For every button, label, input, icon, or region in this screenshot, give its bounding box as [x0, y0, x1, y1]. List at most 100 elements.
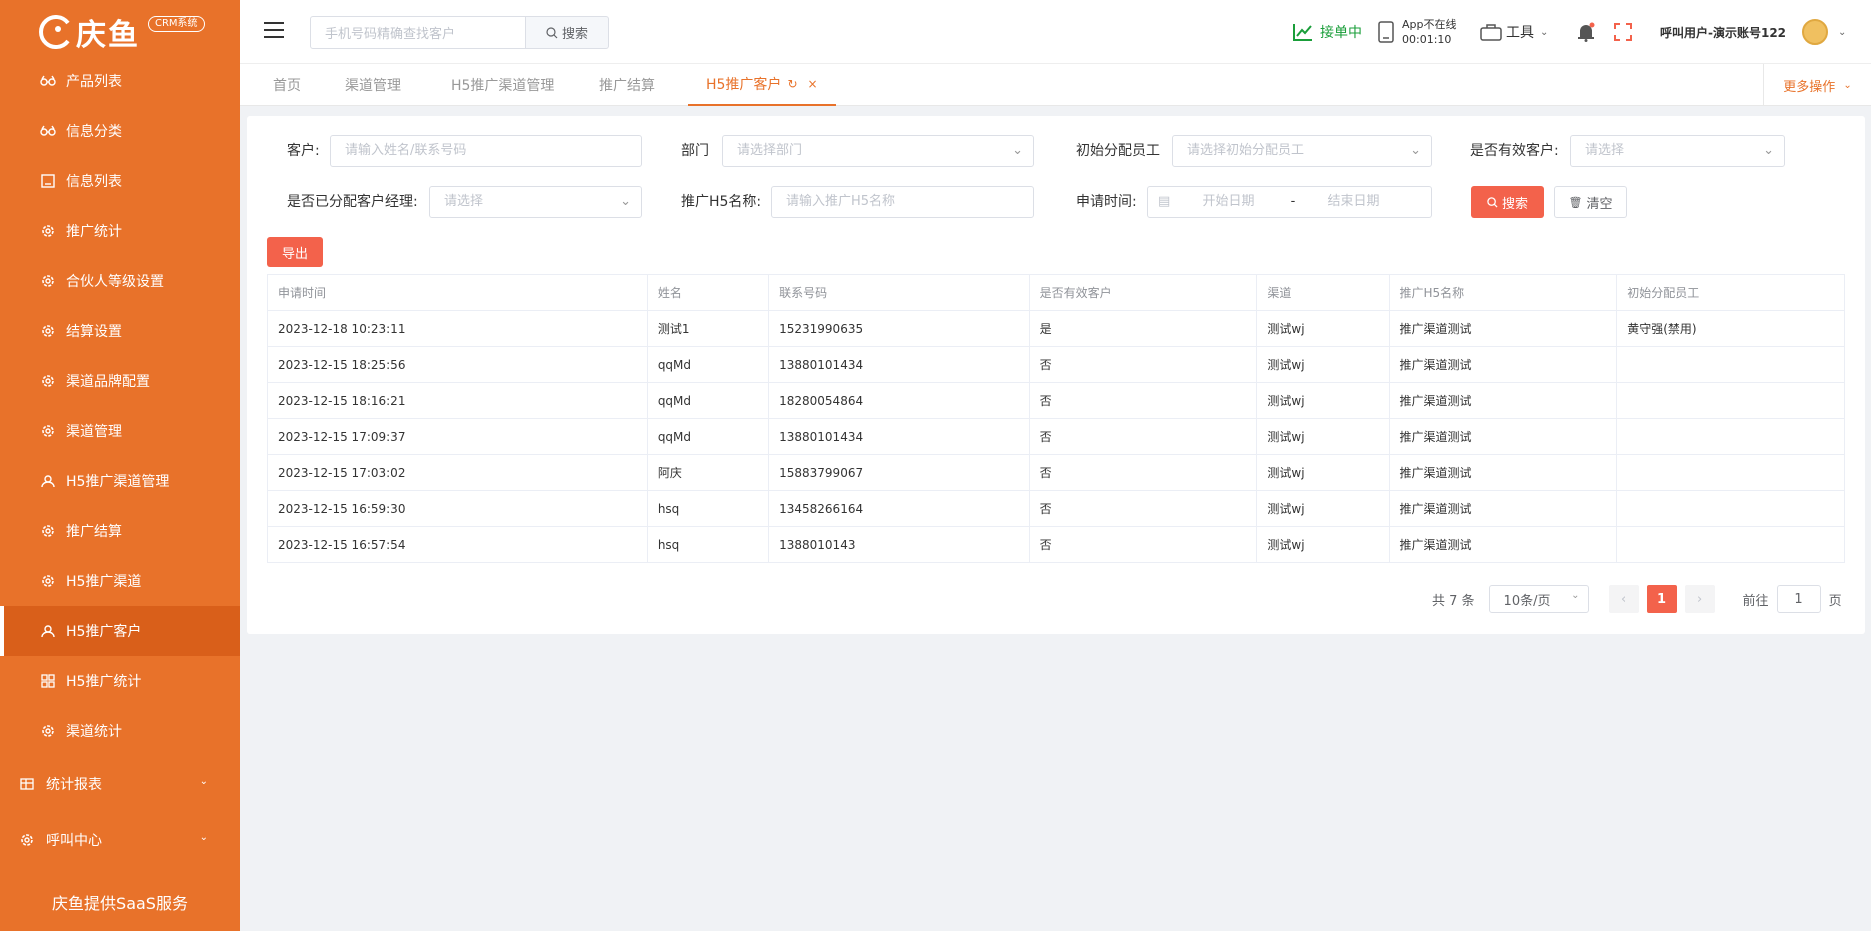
export-button[interactable]: 导出 [267, 237, 323, 267]
valid-customer-select[interactable]: 请选择 ⌄ [1570, 135, 1785, 167]
table-cell: 1388010143 [768, 526, 1030, 563]
table-row[interactable]: 2023-12-18 10:23:11 测试1 15231990635 是测试wj 推广… [267, 310, 1845, 347]
sidebar-item[interactable]: 合伙人等级设置 [0, 256, 240, 306]
user-icon [40, 623, 56, 639]
sidebar-item[interactable]: 渠道管理 [0, 406, 240, 456]
table-cell: 推广渠道测试 [1388, 454, 1618, 491]
start-date-input[interactable]: 开始日期 [1202, 194, 1254, 209]
total-count: 共 7 条 [1432, 593, 1475, 609]
sidebar-item[interactable]: H5推广渠道 [0, 556, 240, 606]
tools-menu[interactable]: 工具 ⌄ [1480, 0, 1548, 64]
sidebar-item[interactable]: 推广统计 [0, 206, 240, 256]
grid-icon [40, 673, 56, 689]
sidebar-item-label: 产品列表 [66, 74, 122, 90]
table-cell: 黄守强(禁用) [1616, 310, 1845, 347]
gear-icon [20, 833, 36, 847]
sidebar-item[interactable]: 信息分类 [0, 106, 240, 156]
table-header-row: 申请时间 姓名 联系号码 是否有效客户 渠道 推广H5名称 初始分配员工 [267, 274, 1845, 311]
table-cell: 推广渠道测试 [1388, 310, 1618, 347]
page-size-select[interactable]: 10条/页 ⌄ [1488, 585, 1589, 613]
chevron-down-icon: ⌄ [1540, 26, 1549, 38]
more-actions-button[interactable]: 更多操作 ⌄ [1763, 64, 1871, 106]
sidebar-item[interactable]: H5推广客户 [0, 606, 240, 656]
chevron-down-icon: ⌄ [1410, 143, 1421, 158]
phone-search-button[interactable]: 搜索 [525, 16, 609, 49]
table-cell: 推广渠道测试 [1388, 346, 1618, 383]
next-page-button[interactable]: › [1684, 585, 1715, 613]
sidebar-item[interactable]: 渠道统计 [0, 706, 240, 756]
user-menu[interactable]: ⌄ [1802, 0, 1846, 64]
table-cell: 2023-12-15 18:16:21 [267, 382, 648, 419]
table-row[interactable]: 2023-12-15 16:59:30 hsq 13458266164 否测试wj 推广… [267, 490, 1845, 527]
column-header: 推广H5名称 [1388, 274, 1618, 311]
sidebar-item-label: 渠道统计 [66, 724, 122, 740]
table-row[interactable]: 2023-12-15 18:25:56 qqMd 13880101434 否测试wj 推… [267, 346, 1845, 383]
chevron-down-icon: ⌄ [199, 776, 208, 787]
valid-customer-label: 是否有效客户: [1470, 143, 1559, 159]
tab-h5-channel-mgmt[interactable]: H5推广渠道管理 [451, 64, 554, 106]
search-button[interactable]: 搜索 [1471, 186, 1544, 218]
tab-channel-mgmt[interactable]: 渠道管理 [345, 64, 401, 106]
tab-promo-settlement-label: 推广结算 [599, 78, 655, 94]
tab-h5-customers[interactable]: H5推广客户 ↻ × [688, 64, 836, 106]
phone-search-input[interactable]: 手机号码精确查找客户 [310, 16, 526, 49]
trend-chart-icon [1293, 24, 1312, 41]
h5-name-input[interactable]: 请输入推广H5名称 [771, 186, 1034, 218]
close-icon[interactable]: × [808, 77, 818, 91]
clear-button[interactable]: 🗑 清空 [1554, 186, 1627, 218]
refresh-icon[interactable]: ↻ [787, 77, 797, 91]
prev-page-button[interactable]: ‹ [1608, 585, 1639, 613]
dept-select[interactable]: 请选择部门 ⌄ [722, 135, 1034, 167]
table-row[interactable]: 2023-12-15 17:03:02 阿庆 15883799067 否测试wj 推广渠… [267, 454, 1845, 491]
assigned-manager-select[interactable]: 请选择 ⌄ [429, 186, 642, 218]
search-icon [546, 26, 558, 38]
bell-icon [1578, 22, 1595, 42]
sidebar-item[interactable]: 产品列表 [0, 56, 240, 106]
fullscreen-icon [1614, 23, 1632, 41]
menu-toggle-icon[interactable] [264, 22, 284, 38]
table-row[interactable]: 2023-12-15 18:16:21 qqMd 18280054864 否测试wj 推… [267, 382, 1845, 419]
gear-icon [40, 373, 56, 389]
sidebar-group[interactable]: 统计报表 ⌄ [0, 756, 240, 812]
page-1-button[interactable]: 1 [1646, 585, 1677, 613]
table-row[interactable]: 2023-12-15 17:09:37 qqMd 13880101434 否测试wj 推… [267, 418, 1845, 455]
sidebar-item-label: H5推广渠道 [66, 574, 142, 590]
table-cell: 测试wj [1256, 418, 1390, 455]
sidebar-item[interactable]: H5推广渠道管理 [0, 456, 240, 506]
fullscreen-button[interactable] [1614, 0, 1632, 64]
sidebar-item-label: 推广统计 [66, 224, 122, 240]
more-actions-label: 更多操作 [1783, 79, 1836, 95]
end-date-input[interactable]: 结束日期 [1327, 194, 1379, 209]
crm-badge: CRM系统 [148, 16, 205, 32]
gear-icon [40, 423, 56, 439]
sidebar-item[interactable]: 结算设置 [0, 306, 240, 356]
tab-h5-channel-mgmt-label: H5推广渠道管理 [451, 78, 555, 94]
sidebar-item[interactable]: H5推广统计 [0, 656, 240, 706]
chevron-down-icon: ⌄ [620, 194, 631, 209]
sidebar-item[interactable]: 推广结算 [0, 506, 240, 556]
sidebar-item-label: 渠道品牌配置 [66, 374, 150, 390]
sidebar-group[interactable]: 呼叫中心 ⌄ [0, 812, 240, 868]
sidebar-item-label: H5推广渠道管理 [66, 474, 170, 490]
table-cell: 2023-12-18 10:23:11 [267, 310, 648, 347]
table-cell: hsq [646, 490, 770, 527]
date-range-picker[interactable]: ▤ 开始日期 - 结束日期 [1147, 186, 1432, 218]
sidebar-item[interactable]: 渠道品牌配置 [0, 356, 240, 406]
order-status[interactable]: 接单中 [1292, 0, 1362, 64]
tab-h5-customers-label: H5推广客户 [706, 77, 782, 93]
table-body: 2023-12-18 10:23:11 测试1 15231990635 是测试wj 推广… [267, 310, 1845, 563]
table-row[interactable]: 2023-12-15 16:57:54 hsq 1388010143 否测试wj 推广渠… [267, 526, 1845, 563]
init-staff-select[interactable]: 请选择初始分配员工 ⌄ [1172, 135, 1432, 167]
sidebar-item[interactable]: 信息列表 [0, 156, 240, 206]
goto-page-input[interactable]: 1 [1776, 585, 1821, 613]
notification-bell[interactable] [1577, 0, 1595, 64]
customer-input[interactable]: 请输入姓名/联系号码 [330, 135, 642, 167]
tab-promo-settlement[interactable]: 推广结算 [599, 64, 655, 106]
table-cell: 测试wj [1256, 382, 1390, 419]
table-cell: 测试wj [1256, 346, 1390, 383]
tab-home[interactable]: 首页 [273, 64, 301, 106]
tools-label: 工具 [1506, 25, 1534, 41]
table-cell [1616, 454, 1845, 491]
assigned-manager-placeholder: 请选择 [444, 194, 484, 209]
sidebar-item-label: H5推广客户 [66, 624, 142, 640]
